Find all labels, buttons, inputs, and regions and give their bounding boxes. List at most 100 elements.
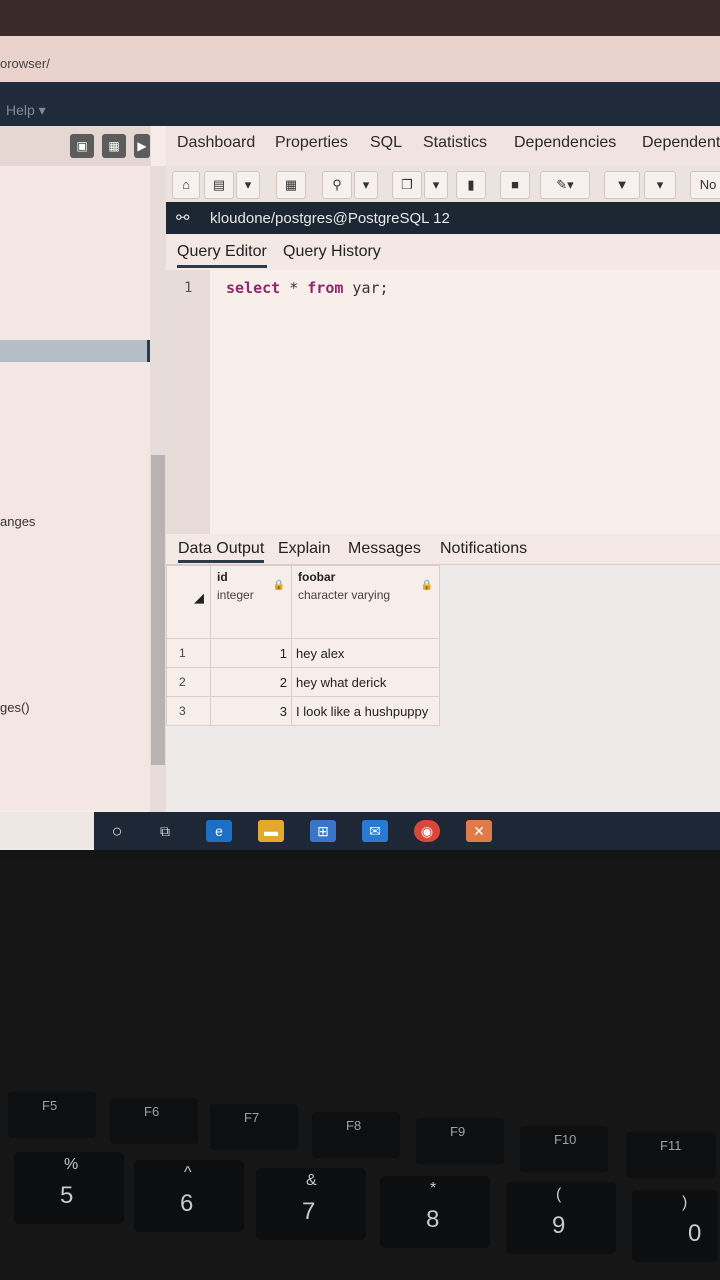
cell-foobar[interactable]: hey what derick (291, 667, 440, 697)
sort-arrow-icon[interactable]: ◢ (166, 565, 211, 639)
desktop-area (0, 812, 94, 850)
find-icon[interactable]: ⚲ (322, 171, 352, 199)
key-f6: F6 (110, 1098, 198, 1144)
tab-data-output[interactable]: Data Output (178, 540, 265, 563)
connection-label[interactable]: kloudone/postgres@PostgreSQL 12 (210, 210, 450, 227)
cell-id[interactable]: 1 (210, 638, 292, 668)
grid-view-icon[interactable]: ▦ (276, 171, 306, 199)
row-number[interactable]: 2 (166, 667, 211, 697)
laptop-screen: orowser/ Help ▾ ▣ ▦ ▶ anges ges() Dashbo… (0, 0, 720, 850)
grid-header-row: ◢ 🔒 id integer 🔒 foobar character varyin… (166, 565, 440, 639)
key-0: ) 0 (632, 1190, 718, 1262)
copy-icon[interactable]: ❐ (392, 171, 422, 199)
tab-explain[interactable]: Explain (278, 540, 330, 558)
row-number[interactable]: 1 (166, 638, 211, 668)
save-dropdown-icon[interactable]: ▾ (236, 171, 260, 199)
open-file-icon[interactable]: ⌂ (172, 171, 200, 199)
save-icon[interactable]: ▤ (204, 171, 234, 199)
tab-dependencies[interactable]: Dependencies (514, 134, 616, 152)
tab-notifications[interactable]: Notifications (440, 540, 527, 558)
key-label: F9 (450, 1124, 466, 1139)
data-output-panel: ◢ 🔒 id integer 🔒 foobar character varyin… (166, 565, 720, 820)
find-dropdown-icon[interactable]: ▾ (354, 171, 378, 199)
sql-editor[interactable]: 1 select * from yar; (166, 270, 720, 538)
key-6: ^ 6 (134, 1160, 244, 1232)
tree-selected-row[interactable] (0, 340, 150, 362)
tab-dependents[interactable]: Dependent (642, 134, 720, 152)
key-f9: F9 (416, 1118, 504, 1164)
key-label: F11 (660, 1138, 682, 1153)
key-symbol: ( (556, 1186, 562, 1203)
tab-query-editor[interactable]: Query Editor (177, 243, 267, 268)
tree-node-label[interactable]: anges (0, 514, 35, 529)
tab-sql[interactable]: SQL (370, 134, 402, 152)
tab-statistics[interactable]: Statistics (423, 134, 487, 152)
connection-bar: ⚯ kloudone/postgres@PostgreSQL 12 (166, 202, 720, 234)
key-label: 9 (552, 1212, 566, 1239)
paste-icon[interactable]: ▮ (456, 171, 486, 199)
key-f5: F5 (8, 1092, 96, 1138)
line-number: 1 (184, 280, 193, 296)
sql-code-line[interactable]: select * from yar; (226, 279, 389, 297)
key-label: 8 (426, 1206, 440, 1233)
store-icon[interactable]: ⊞ (310, 820, 336, 842)
key-symbol: * (430, 1180, 437, 1197)
mail-icon[interactable]: ✉ (362, 820, 388, 842)
filter-icon[interactable]: ▼ (604, 171, 640, 199)
key-label: F5 (42, 1098, 58, 1113)
delete-icon[interactable]: ■ (500, 171, 530, 199)
column-header-id[interactable]: 🔒 id integer (210, 565, 292, 639)
connection-status-icon[interactable]: ⚯ (176, 208, 189, 228)
cell-foobar[interactable]: hey alex (291, 638, 440, 668)
object-properties-icon[interactable]: ▣ (70, 134, 94, 158)
query-tab-bar: Query Editor Query History (166, 234, 720, 271)
copy-dropdown-icon[interactable]: ▾ (424, 171, 448, 199)
tree-node-label[interactable]: ges() (0, 700, 30, 715)
column-name: foobar (298, 570, 336, 584)
sql-token: * (280, 279, 308, 297)
tab-properties[interactable]: Properties (275, 134, 348, 152)
browser-tree-panel: ▣ ▦ ▶ anges ges() (0, 126, 151, 810)
lock-icon: 🔒 (420, 580, 433, 591)
query-toolbar: ⌂ ▤ ▾ ▦ ⚲ ▾ ❐ ▾ ▮ ■ ✎▾ ▼ ▾ No (166, 166, 720, 202)
key-label: F7 (244, 1110, 260, 1125)
key-label: 5 (60, 1182, 74, 1209)
cell-foobar[interactable]: I look like a hushpuppy (291, 696, 440, 726)
key-label: F8 (346, 1118, 362, 1133)
cortana-search-icon[interactable]: ○ (104, 820, 130, 842)
edge-browser-icon[interactable]: e (206, 820, 232, 842)
windows-taskbar: ○ ⧉ e ▬ ⊞ ✉ ◉ ✕ (94, 812, 720, 850)
limit-select[interactable]: No (690, 171, 720, 199)
sql-keyword: from (307, 279, 344, 297)
row-number[interactable]: 3 (166, 696, 211, 726)
query-tool-icon[interactable]: ▶ (134, 134, 150, 158)
xampp-icon[interactable]: ✕ (466, 820, 492, 842)
url-text[interactable]: orowser/ (0, 56, 50, 71)
sql-token: yar; (343, 279, 389, 297)
table-row[interactable]: 3 3 I look like a hushpuppy (166, 696, 440, 726)
cell-id[interactable]: 3 (210, 696, 292, 726)
key-label: 7 (302, 1198, 316, 1225)
key-f8: F8 (312, 1112, 400, 1158)
tab-query-history[interactable]: Query History (283, 243, 381, 261)
tree-scrollbar-thumb[interactable] (151, 455, 165, 765)
table-row[interactable]: 1 1 hey alex (166, 638, 440, 668)
cell-id[interactable]: 2 (210, 667, 292, 697)
key-label: 6 (180, 1190, 194, 1217)
line-number-gutter: 1 (166, 270, 210, 538)
tab-dashboard[interactable]: Dashboard (177, 134, 255, 152)
chrome-icon[interactable]: ◉ (414, 820, 440, 842)
table-view-icon[interactable]: ▦ (102, 134, 126, 158)
task-view-icon[interactable]: ⧉ (152, 820, 178, 842)
help-menu[interactable]: Help ▾ (6, 102, 46, 119)
column-header-foobar[interactable]: 🔒 foobar character varying (291, 565, 440, 639)
edit-dropdown-icon[interactable]: ✎▾ (540, 171, 590, 199)
sql-keyword: select (226, 279, 281, 297)
browser-address-bar: orowser/ (0, 0, 720, 82)
file-explorer-icon[interactable]: ▬ (258, 820, 284, 842)
filter-dropdown-icon[interactable]: ▾ (644, 171, 676, 199)
table-row[interactable]: 2 2 hey what derick (166, 667, 440, 697)
key-5: % 5 (14, 1152, 124, 1224)
tab-messages[interactable]: Messages (348, 540, 421, 558)
tree-toolbar: ▣ ▦ ▶ (0, 126, 150, 166)
